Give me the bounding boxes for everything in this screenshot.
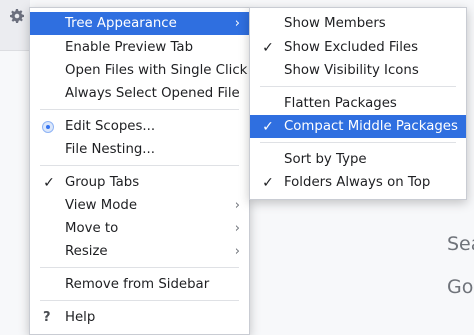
menu-separator	[40, 267, 239, 268]
menu-item-group-tabs[interactable]: ✓ Group Tabs	[30, 171, 249, 194]
menu-item-open-files-single-click[interactable]: Open Files with Single Click	[30, 59, 249, 82]
chevron-right-icon: ›	[234, 16, 240, 31]
menu-item-file-nesting[interactable]: File Nesting...	[30, 138, 249, 161]
submenu-item-folders-always-on-top[interactable]: ✓ Folders Always on Top	[250, 171, 466, 194]
menu-item-tree-appearance[interactable]: Tree Appearance ›	[30, 12, 249, 35]
menu-item-label: Resize	[65, 244, 108, 259]
submenu-item-show-excluded-files[interactable]: ✓ Show Excluded Files	[250, 36, 466, 59]
background-hint-search: Sea	[447, 233, 474, 255]
menu-item-resize[interactable]: Resize ›	[30, 240, 249, 263]
menu-item-label: Move to	[65, 221, 119, 236]
menu-separator	[260, 86, 456, 87]
menu-separator	[40, 300, 239, 301]
help-icon: ?	[43, 310, 51, 325]
menu-item-move-to[interactable]: Move to ›	[30, 217, 249, 240]
submenu-item-show-members[interactable]: Show Members	[250, 12, 466, 35]
gear-icon[interactable]	[7, 6, 27, 26]
submenu-item-show-visibility-icons[interactable]: Show Visibility Icons	[250, 59, 466, 82]
menu-separator	[40, 165, 239, 166]
menu-separator	[40, 109, 239, 110]
chevron-right-icon: ›	[234, 198, 240, 213]
menu-item-label: Edit Scopes...	[65, 119, 156, 134]
menu-item-enable-preview-tab[interactable]: Enable Preview Tab	[30, 36, 249, 59]
chevron-right-icon: ›	[234, 244, 240, 259]
menu-item-label: Group Tabs	[65, 175, 140, 190]
checkmark-icon: ✓	[43, 174, 55, 191]
tree-appearance-submenu: Show Members ✓ Show Excluded Files Show …	[249, 7, 467, 200]
toolbar-divider	[0, 50, 30, 51]
submenu-item-flatten-packages[interactable]: Flatten Packages	[250, 92, 466, 115]
submenu-item-sort-by-type[interactable]: Sort by Type	[250, 148, 466, 171]
menu-item-label: Sort by Type	[284, 152, 367, 167]
menu-item-label: Tree Appearance	[65, 16, 177, 31]
menu-item-help[interactable]: ? Help	[30, 306, 249, 329]
menu-item-label: Folders Always on Top	[284, 175, 431, 190]
menu-separator	[260, 142, 456, 143]
menu-item-label: Compact Middle Packages	[284, 119, 458, 134]
menu-item-always-select-opened-file[interactable]: Always Select Opened File	[30, 82, 249, 105]
menu-item-label: Always Select Opened File	[65, 86, 240, 101]
menu-item-label: Show Members	[284, 16, 386, 31]
menu-item-label: File Nesting...	[65, 142, 155, 157]
background-hint-goto: Go	[447, 276, 474, 298]
menu-item-label: Flatten Packages	[284, 96, 397, 111]
menu-item-edit-scopes[interactable]: Edit Scopes...	[30, 115, 249, 138]
options-menu: Tree Appearance › Enable Preview Tab Ope…	[29, 7, 250, 335]
menu-item-label: Help	[65, 310, 96, 325]
menu-item-label: Remove from Sidebar	[65, 277, 210, 292]
menu-item-label: Show Excluded Files	[284, 40, 419, 55]
chevron-right-icon: ›	[234, 221, 240, 236]
checkmark-icon: ✓	[262, 118, 274, 135]
scope-radio-icon	[42, 120, 54, 133]
tool-window-toolbar	[0, 0, 30, 50]
menu-item-label: Show Visibility Icons	[284, 63, 419, 78]
menu-item-label: Enable Preview Tab	[65, 40, 194, 55]
submenu-item-compact-middle-packages[interactable]: ✓ Compact Middle Packages	[250, 115, 466, 138]
checkmark-icon: ✓	[262, 39, 274, 56]
menu-item-label: View Mode	[65, 198, 138, 213]
checkmark-icon: ✓	[262, 174, 274, 191]
menu-item-remove-from-sidebar[interactable]: Remove from Sidebar	[30, 273, 249, 296]
menu-item-label: Open Files with Single Click	[65, 63, 248, 78]
menu-item-view-mode[interactable]: View Mode ›	[30, 194, 249, 217]
